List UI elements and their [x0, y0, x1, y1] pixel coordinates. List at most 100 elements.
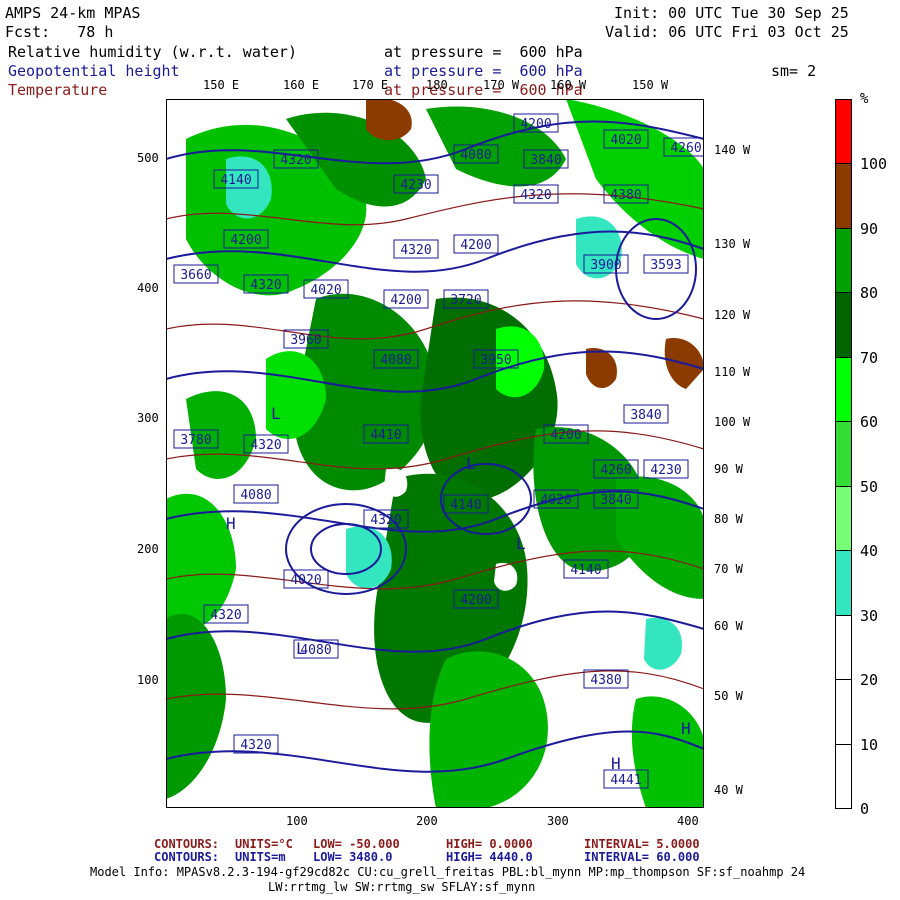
y-tick-label: 200: [137, 542, 159, 556]
y-tick-label: 500: [137, 151, 159, 165]
colorbar-segment: [835, 99, 852, 165]
height-label: 4200: [383, 289, 429, 309]
right-lon-label: 140 W: [714, 143, 751, 157]
colorbar-label: 20: [860, 671, 879, 690]
height-contour-interval: INTERVAL= 60.000: [584, 850, 700, 864]
svg-text:3840: 3840: [630, 408, 661, 423]
colorbar-label: 50: [860, 477, 879, 496]
colorbar-segment: [835, 679, 852, 745]
colorbar-label: 10: [860, 735, 879, 754]
top-lon-label: 150 E: [203, 78, 240, 92]
low-pressure-symbol: L: [271, 404, 281, 423]
height-label: 4320: [203, 604, 249, 624]
low-pressure-symbol: L: [296, 639, 306, 658]
right-lon-label: 120 W: [714, 308, 751, 322]
colorbar-label: 70: [860, 348, 879, 367]
rh-height-temperature-map: 4200 4320 4140 4080 3840 4020 4260 4230 4320 4380…: [166, 99, 709, 808]
svg-text:3780: 3780: [180, 433, 211, 448]
top-lon-label: 150 W: [632, 78, 669, 92]
colorbar-segment: [835, 550, 852, 616]
map-plot-area: 4200 4320 4140 4080 3840 4020 4260 4230 4320 4380…: [166, 99, 709, 808]
field-level-height: at pressure = 600 hPa: [384, 62, 583, 80]
field-name-temperature: Temperature: [8, 81, 108, 99]
svg-text:3593: 3593: [650, 258, 681, 273]
forecast-hour: Fcst: 78 h: [5, 23, 114, 41]
colorbar-label: 30: [860, 606, 879, 625]
height-label: 4140: [213, 169, 259, 189]
height-label: 4260: [663, 137, 709, 157]
height-label: 3593: [643, 254, 689, 274]
height-label: 3780: [173, 429, 219, 449]
top-lon-label: 170 W: [483, 78, 520, 92]
svg-text:4140: 4140: [450, 498, 481, 513]
svg-text:3900: 3900: [590, 258, 621, 273]
height-label: 4140: [563, 559, 609, 579]
y-tick-label: 400: [137, 281, 159, 295]
top-lon-label: 180: [426, 78, 448, 92]
x-tick-label: 300: [547, 814, 569, 828]
height-label: 4320: [273, 149, 319, 169]
y-tick-label: 300: [137, 411, 159, 425]
height-label: 4380: [583, 669, 629, 689]
init-time: Init: 00 UTC Tue 30 Sep 25: [614, 4, 849, 22]
height-label: 4410: [363, 424, 409, 444]
colorbar-label: 60: [860, 413, 879, 432]
colorbar-segment: [835, 743, 852, 809]
height-label: 4020: [603, 129, 649, 149]
height-label: 4020: [533, 489, 579, 509]
svg-text:4200: 4200: [520, 117, 551, 132]
right-lon-label: 60 W: [714, 619, 743, 633]
svg-text:4380: 4380: [590, 673, 621, 688]
height-label: 4320: [393, 239, 439, 259]
svg-text:4020: 4020: [310, 283, 341, 298]
field-name-rh: Relative humidity (w.r.t. water): [8, 43, 297, 61]
height-label: 4200: [543, 424, 589, 444]
height-label: 3840: [593, 489, 639, 509]
svg-text:4441: 4441: [610, 773, 641, 788]
colorbar-segment: [835, 421, 852, 487]
svg-text:4380: 4380: [610, 188, 641, 203]
colorbar-segment: [835, 163, 852, 229]
height-label: 4200: [513, 113, 559, 133]
height-label: 4020: [283, 569, 329, 589]
height-label: 3840: [623, 404, 669, 424]
height-label: 3900: [583, 254, 629, 274]
top-lon-label: 170 E: [352, 78, 389, 92]
high-pressure-symbol: H: [681, 719, 691, 738]
height-label: 4080: [373, 349, 419, 369]
height-label: 4260: [593, 459, 639, 479]
right-lon-label: 80 W: [714, 512, 743, 526]
right-lon-label: 90 W: [714, 462, 743, 476]
right-lon-label: 110 W: [714, 365, 751, 379]
svg-text:4020: 4020: [610, 133, 641, 148]
svg-text:4200: 4200: [460, 238, 491, 253]
colorbar: [835, 99, 852, 809]
height-label: 4230: [393, 174, 439, 194]
height-label: 4200: [223, 229, 269, 249]
height-label: 4230: [643, 459, 689, 479]
svg-text:4260: 4260: [600, 463, 631, 478]
height-contour-units: UNITS=m: [235, 850, 286, 864]
colorbar-label: 80: [860, 284, 879, 303]
svg-text:4320: 4320: [370, 513, 401, 528]
svg-text:4320: 4320: [520, 188, 551, 203]
colorbar-label: 40: [860, 542, 879, 561]
svg-text:4020: 4020: [290, 573, 321, 588]
svg-text:4410: 4410: [370, 428, 401, 443]
right-lon-label: 100 W: [714, 415, 751, 429]
model-info-line-1: Model Info: MPASv8.2.3-194-gf29cd82c CU:…: [90, 865, 806, 879]
colorbar-segment: [835, 227, 852, 294]
colorbar-unit: %: [860, 91, 869, 107]
svg-text:3660: 3660: [180, 268, 211, 283]
svg-text:4200: 4200: [230, 233, 261, 248]
low-pressure-symbol: L: [516, 534, 526, 553]
height-contour-low: LOW= 3480.0: [313, 850, 393, 864]
x-tick-label: 400: [677, 814, 699, 828]
low-pressure-symbol: L: [466, 454, 476, 473]
height-contour-label: CONTOURS:: [154, 850, 220, 864]
height-label: 3840: [523, 149, 569, 169]
field-level-rh: at pressure = 600 hPa: [384, 43, 583, 61]
right-lon-label: 40 W: [714, 783, 743, 797]
height-label: 4320: [243, 434, 289, 454]
svg-text:4230: 4230: [650, 463, 681, 478]
